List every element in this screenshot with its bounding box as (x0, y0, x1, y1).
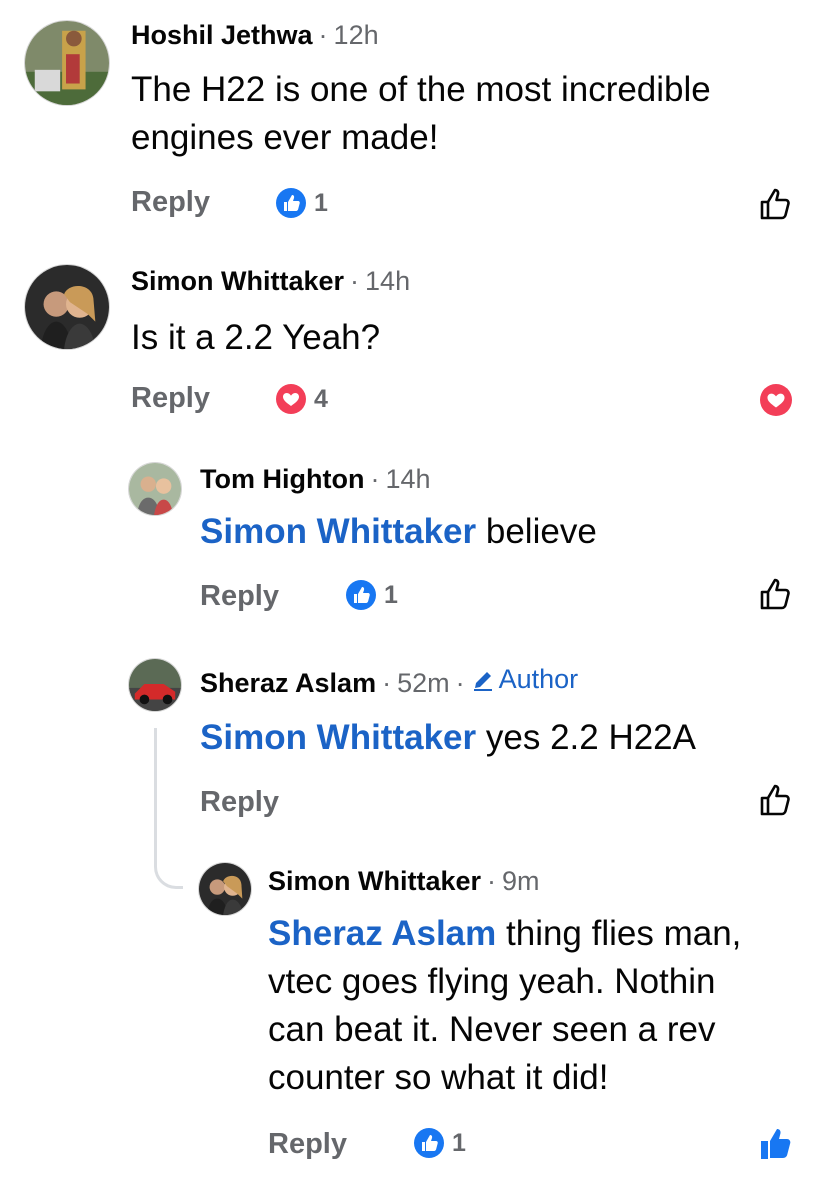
comment-author[interactable]: Simon Whittaker (131, 266, 344, 297)
comment-text: Sheraz Aslam thing flies man, vtec goes … (268, 910, 808, 1102)
comment-body-line-3: can beat it. Never seen a rev (268, 1010, 716, 1049)
author-badge-label: Author (498, 664, 579, 694)
reaction-summary[interactable]: 1 (276, 188, 328, 218)
comment-text: Is it a 2.2 Yeah? (131, 318, 381, 357)
separator-dot: · (370, 464, 380, 494)
avatar[interactable] (128, 462, 182, 516)
comment-text: Simon Whittaker yes 2.2 H22A (200, 714, 800, 762)
reply-simon-whittaker: Simon Whittaker · 9m Sheraz Aslam thing … (0, 850, 828, 1200)
comment-time[interactable]: 14h (385, 464, 430, 495)
comment-text: Simon Whittaker believe (200, 508, 800, 556)
comment-hoshil-jethwa: Hoshil Jethwa · 12h The H22 is one of th… (0, 0, 828, 240)
separator-dot: · (382, 667, 392, 698)
reply-button[interactable]: Reply (131, 186, 210, 219)
reply-button[interactable]: Reply (268, 1128, 347, 1161)
heart-icon (276, 384, 306, 414)
thumbs-up-outline-icon (760, 578, 790, 610)
comment-text: The H22 is one of the most incredible en… (131, 70, 711, 157)
pencil-icon (473, 671, 492, 691)
heart-icon (760, 384, 792, 416)
like-icon (276, 188, 306, 218)
comment-author[interactable]: Tom Highton (200, 464, 364, 495)
love-button[interactable] (760, 384, 792, 421)
separator-dot: · (318, 20, 328, 50)
comment-simon-whittaker: Simon Whittaker · 14h Is it a 2.2 Yeah? … (0, 240, 828, 440)
reaction-summary[interactable]: 1 (414, 1128, 466, 1158)
avatar[interactable] (128, 658, 182, 712)
separator-dot: · (455, 667, 465, 698)
comment-body-line-4: counter so what it did! (268, 1058, 609, 1097)
avatar[interactable] (24, 264, 110, 350)
comment-line: Sheraz Aslam thing flies man, (268, 910, 808, 958)
reply-sheraz-aslam: Sheraz Aslam · 52m · Author Simon Whitta… (0, 640, 828, 850)
reaction-count: 1 (314, 188, 328, 217)
avatar[interactable] (24, 20, 110, 106)
like-button[interactable] (758, 576, 794, 617)
thumbs-up-filled-icon (761, 1129, 791, 1159)
reply-button[interactable]: Reply (200, 580, 279, 613)
reaction-count: 4 (314, 384, 328, 413)
reply-tom-highton: Tom Highton · 14h Simon Whittaker believ… (0, 440, 828, 640)
like-button[interactable] (758, 186, 794, 227)
comment-time[interactable]: 12h (334, 20, 379, 51)
comment-body-line-2: vtec goes flying yeah. Nothin (268, 962, 716, 1001)
like-button[interactable] (758, 782, 794, 823)
comment-author[interactable]: Sheraz Aslam (200, 668, 376, 699)
reaction-count: 1 (384, 580, 398, 609)
like-icon (346, 580, 376, 610)
comment-author[interactable]: Hoshil Jethwa (131, 20, 313, 51)
like-icon (414, 1128, 444, 1158)
reaction-count: 1 (452, 1128, 466, 1157)
comment-body: yes 2.2 H22A (485, 718, 696, 757)
reply-button[interactable]: Reply (131, 382, 210, 415)
avatar[interactable] (198, 862, 252, 916)
comment-time[interactable]: 14h (365, 266, 410, 297)
mention-link[interactable]: Simon Whittaker (200, 718, 476, 757)
mention-link[interactable]: Simon Whittaker (200, 512, 476, 551)
comment-author[interactable]: Simon Whittaker (268, 866, 481, 897)
like-button-active[interactable] (758, 1126, 794, 1167)
comment-time[interactable]: 9m (502, 866, 540, 897)
comment-body-line-1: thing flies man, (506, 914, 742, 953)
reaction-summary[interactable]: 4 (276, 384, 328, 414)
reply-button[interactable]: Reply (200, 786, 279, 819)
mention-link[interactable]: Sheraz Aslam (268, 914, 496, 953)
comment-time[interactable]: 52m (397, 668, 450, 699)
separator-dot: · (487, 866, 497, 896)
separator-dot: · (350, 266, 360, 296)
author-badge: Author (471, 664, 579, 695)
thumbs-up-outline-icon (760, 784, 790, 816)
comment-body: believe (485, 512, 597, 551)
reaction-summary[interactable]: 1 (346, 580, 398, 610)
thumbs-up-outline-icon (760, 188, 790, 220)
